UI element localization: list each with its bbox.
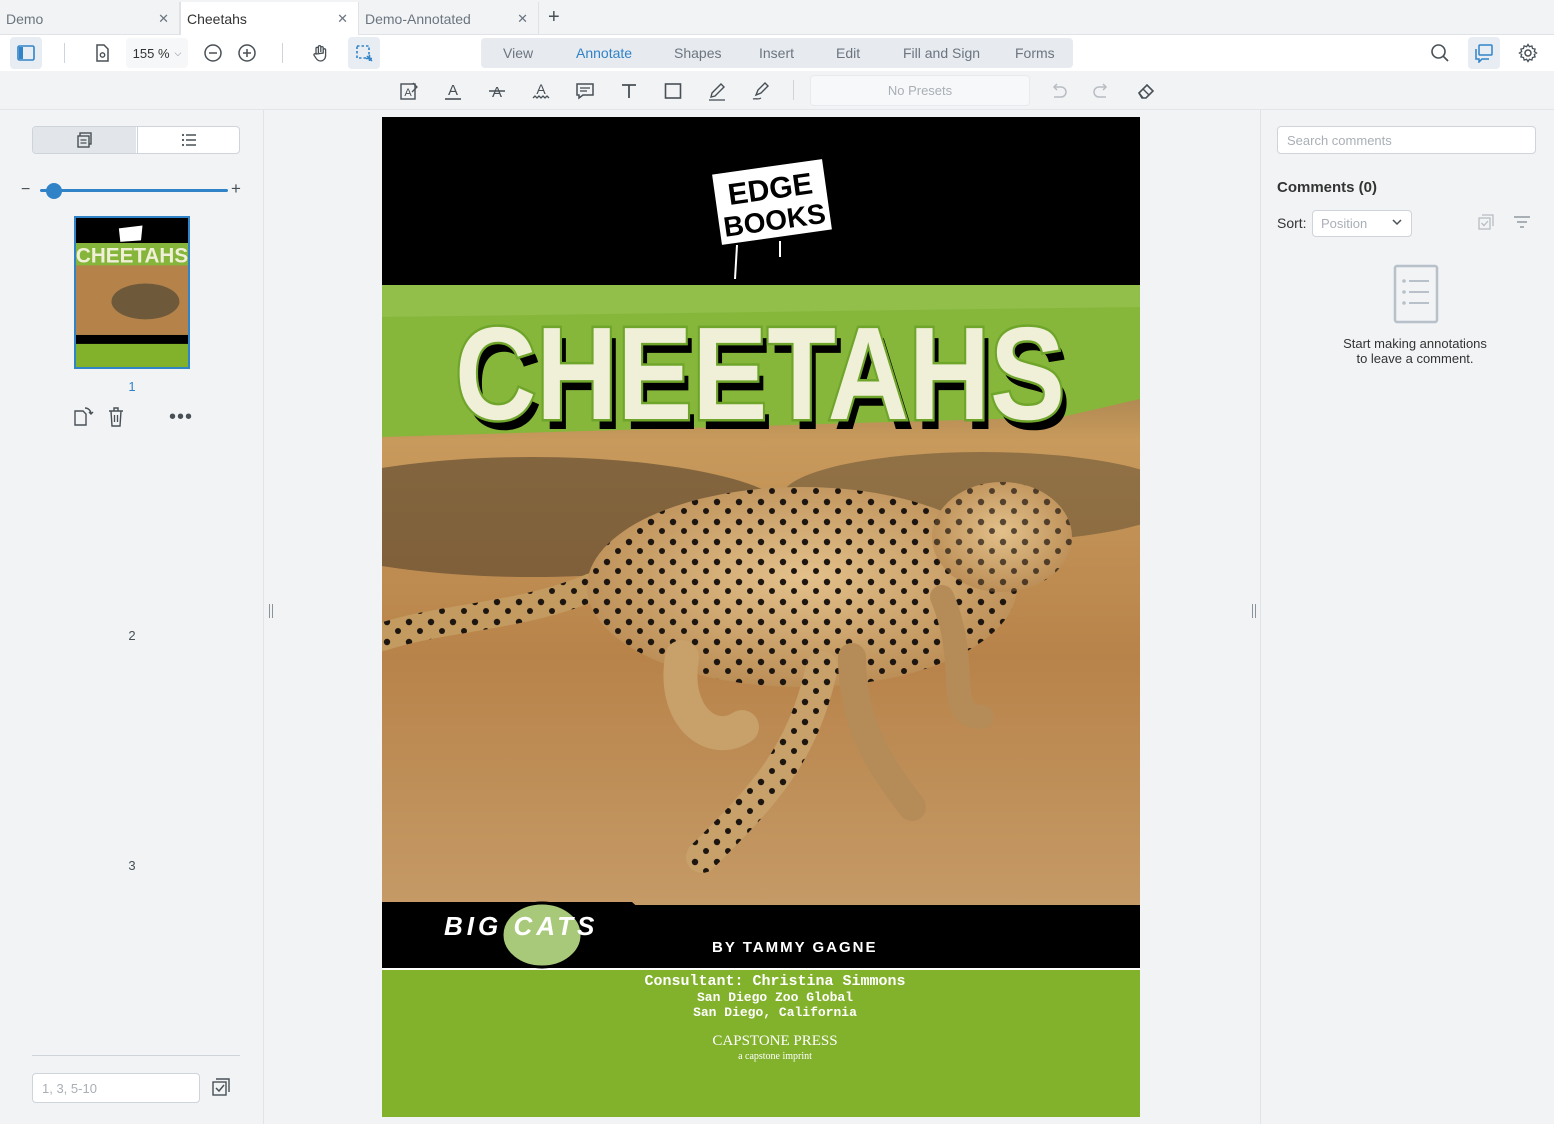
tab-label: Cheetahs: [187, 11, 247, 27]
select-tool-icon[interactable]: [348, 37, 380, 69]
slider-handle[interactable]: [46, 183, 62, 199]
thumbnail-zoom-in-icon[interactable]: +: [231, 179, 241, 199]
tab-cheetahs[interactable]: Cheetahs ✕: [180, 2, 359, 36]
divider: [282, 43, 283, 63]
org-line: San Diego Zoo Global: [697, 990, 853, 1005]
thumbnail-zoom-out-icon[interactable]: −: [21, 181, 30, 199]
divider: [64, 43, 65, 63]
close-icon[interactable]: ✕: [158, 11, 169, 27]
ribbon-forms[interactable]: Forms: [1015, 38, 1055, 68]
zoom-select[interactable]: 155 % ⌵: [126, 38, 188, 68]
ribbon-fill-and-sign[interactable]: Fill and Sign: [903, 38, 980, 68]
author-line: BY TAMMY GAGNE: [712, 939, 878, 956]
chevron-down-icon: [1391, 216, 1403, 228]
freehand-highlight-icon[interactable]: [748, 78, 774, 104]
annotation-toolbar: A A A A No Presets: [0, 71, 1554, 110]
search-icon[interactable]: [1424, 37, 1456, 69]
page-number-2[interactable]: 2: [122, 628, 142, 643]
strikeout-icon[interactable]: A: [484, 78, 510, 104]
outline-tab-icon[interactable]: [137, 127, 239, 153]
page-thumbnail-1[interactable]: CHEETAHS: [74, 216, 190, 369]
panel-view-toggle: [32, 126, 240, 154]
empty-comments-icon: [1393, 264, 1439, 324]
svg-text:A: A: [448, 82, 458, 99]
tab-demo-annotated[interactable]: Demo-Annotated ✕: [359, 2, 539, 35]
empty-comments-message: Start making annotations to leave a comm…: [1315, 336, 1515, 366]
rotate-page-icon[interactable]: [72, 406, 94, 428]
sort-label: Sort:: [1277, 215, 1307, 231]
divider: [793, 80, 794, 100]
panel-footer-divider: [32, 1055, 240, 1056]
tab-label: Demo: [6, 10, 44, 27]
tab-bar: Demo ✕ Cheetahs ✕ Demo-Annotated ✕ +: [0, 0, 1554, 36]
toggle-left-panel-icon[interactable]: [10, 37, 42, 69]
press-name: CAPSTONE PRESS: [712, 1033, 837, 1049]
page-number-3[interactable]: 3: [122, 858, 142, 873]
close-icon[interactable]: ✕: [517, 11, 528, 27]
page-range-input[interactable]: 1, 3, 5-10: [32, 1073, 200, 1103]
rectangle-icon[interactable]: [660, 78, 686, 104]
select-pages-icon[interactable]: [210, 1076, 232, 1098]
svg-text:A: A: [536, 81, 546, 97]
location-line: San Diego, California: [693, 1005, 857, 1020]
ribbon-shapes[interactable]: Shapes: [674, 38, 721, 68]
thumbnails-tab-icon[interactable]: [33, 127, 136, 153]
search-comments-input[interactable]: Search comments: [1277, 126, 1536, 154]
ribbon-insert[interactable]: Insert: [759, 38, 794, 68]
text-highlight-icon[interactable]: A: [440, 78, 466, 104]
comments-panel-icon[interactable]: [1468, 37, 1500, 69]
sort-select[interactable]: Position: [1312, 210, 1412, 237]
cover-title: CHEETAHS: [455, 300, 1065, 447]
squiggly-icon[interactable]: A: [528, 78, 554, 104]
header: 155 % ⌵ View Annotate Shapes Insert Edit…: [0, 35, 1554, 71]
pdf-page-1[interactable]: EDGE BOOKS CHEETAHS CHEETAHS BIG CATS BY…: [382, 117, 1140, 1117]
comment-icon[interactable]: [572, 78, 598, 104]
series-logo: BIG CATS: [444, 911, 598, 941]
add-tab-icon[interactable]: +: [548, 6, 560, 29]
zoom-out-icon[interactable]: [197, 37, 229, 69]
page-number-1: 1: [128, 379, 136, 394]
comments-heading: Comments (0): [1277, 179, 1378, 196]
thumbnail-size-slider[interactable]: [40, 189, 228, 192]
close-icon[interactable]: ✕: [337, 11, 348, 27]
imprint-line: a capstone imprint: [738, 1051, 812, 1062]
ribbon-annotate[interactable]: Annotate: [576, 38, 632, 68]
left-resize-handle[interactable]: [268, 604, 274, 618]
eraser-icon[interactable]: [1133, 78, 1159, 104]
mark-all-read-icon[interactable]: [1477, 213, 1495, 231]
sort-value: Position: [1321, 216, 1368, 231]
ribbon-group: View Annotate Shapes Insert Edit Fill an…: [481, 38, 1073, 68]
ribbon-edit[interactable]: Edit: [836, 38, 860, 68]
consultant-line: Consultant: Christina Simmons: [644, 973, 905, 990]
tab-demo[interactable]: Demo ✕: [0, 2, 180, 35]
zoom-in-icon[interactable]: [231, 37, 263, 69]
gear-icon[interactable]: [1512, 37, 1544, 69]
svg-text:A: A: [404, 87, 412, 99]
ribbon-view[interactable]: View: [503, 38, 533, 68]
edge-books-logo: EDGE BOOKS: [708, 155, 836, 249]
filter-icon[interactable]: [1513, 214, 1531, 230]
text-tool-icon[interactable]: [616, 78, 642, 104]
undo-icon[interactable]: [1045, 78, 1071, 104]
empty-line-1: Start making annotations: [1343, 336, 1487, 351]
trash-icon[interactable]: [106, 406, 126, 428]
chevron-down-icon: ⌵: [174, 47, 182, 58]
freehand-pen-icon[interactable]: [704, 78, 730, 104]
tab-label: Demo-Annotated: [365, 10, 471, 27]
svg-text:A: A: [492, 84, 502, 101]
right-resize-handle[interactable]: [1251, 604, 1257, 618]
empty-line-2: to leave a comment.: [1356, 351, 1474, 366]
document-viewer[interactable]: EDGE BOOKS CHEETAHS CHEETAHS BIG CATS BY…: [278, 110, 1248, 1124]
zoom-value: 155 %: [132, 45, 170, 61]
svg-text:CHEETAHS: CHEETAHS: [76, 245, 188, 268]
presets-dropdown[interactable]: No Presets: [810, 75, 1030, 106]
pan-hand-icon[interactable]: [304, 37, 336, 69]
redo-icon[interactable]: [1089, 78, 1115, 104]
more-options-icon[interactable]: •••: [169, 406, 193, 429]
page-settings-icon[interactable]: [86, 37, 118, 69]
comments-panel: Search comments Comments (0) Sort: Posit…: [1260, 110, 1554, 1124]
thumbnail-panel: − + CHEETAHS 1 ••• 2 3 1, 3, 5-10: [0, 110, 264, 1124]
free-text-select-icon[interactable]: A: [396, 78, 422, 104]
